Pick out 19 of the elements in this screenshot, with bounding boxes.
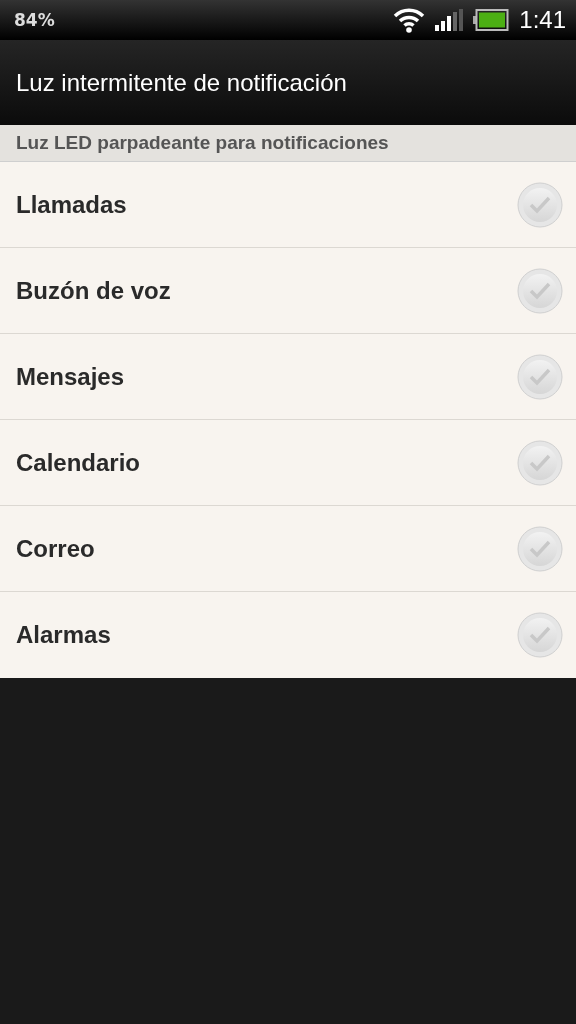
settings-row[interactable]: Calendario <box>0 420 576 506</box>
signal-icon <box>435 9 464 31</box>
settings-row[interactable]: Buzón de voz <box>0 248 576 334</box>
clock: 1:41 <box>519 6 566 34</box>
battery-icon <box>473 9 510 31</box>
checkbox[interactable] <box>517 439 563 486</box>
settings-row[interactable]: Correo <box>0 506 576 592</box>
battery-percent: 84% <box>14 10 55 30</box>
checkbox[interactable] <box>517 525 563 572</box>
section-header: Luz LED parpadeante para notificaciones <box>0 125 576 162</box>
settings-row[interactable]: Llamadas <box>0 162 576 248</box>
settings-row[interactable]: Alarmas <box>0 592 576 678</box>
checkbox[interactable] <box>517 181 563 228</box>
screen-title: Luz intermitente de notificación <box>16 68 347 97</box>
settings-row[interactable]: Mensajes <box>0 334 576 420</box>
checkbox[interactable] <box>517 267 563 314</box>
wifi-icon <box>393 7 426 33</box>
checkbox[interactable] <box>517 353 563 400</box>
checkbox[interactable] <box>517 612 563 658</box>
